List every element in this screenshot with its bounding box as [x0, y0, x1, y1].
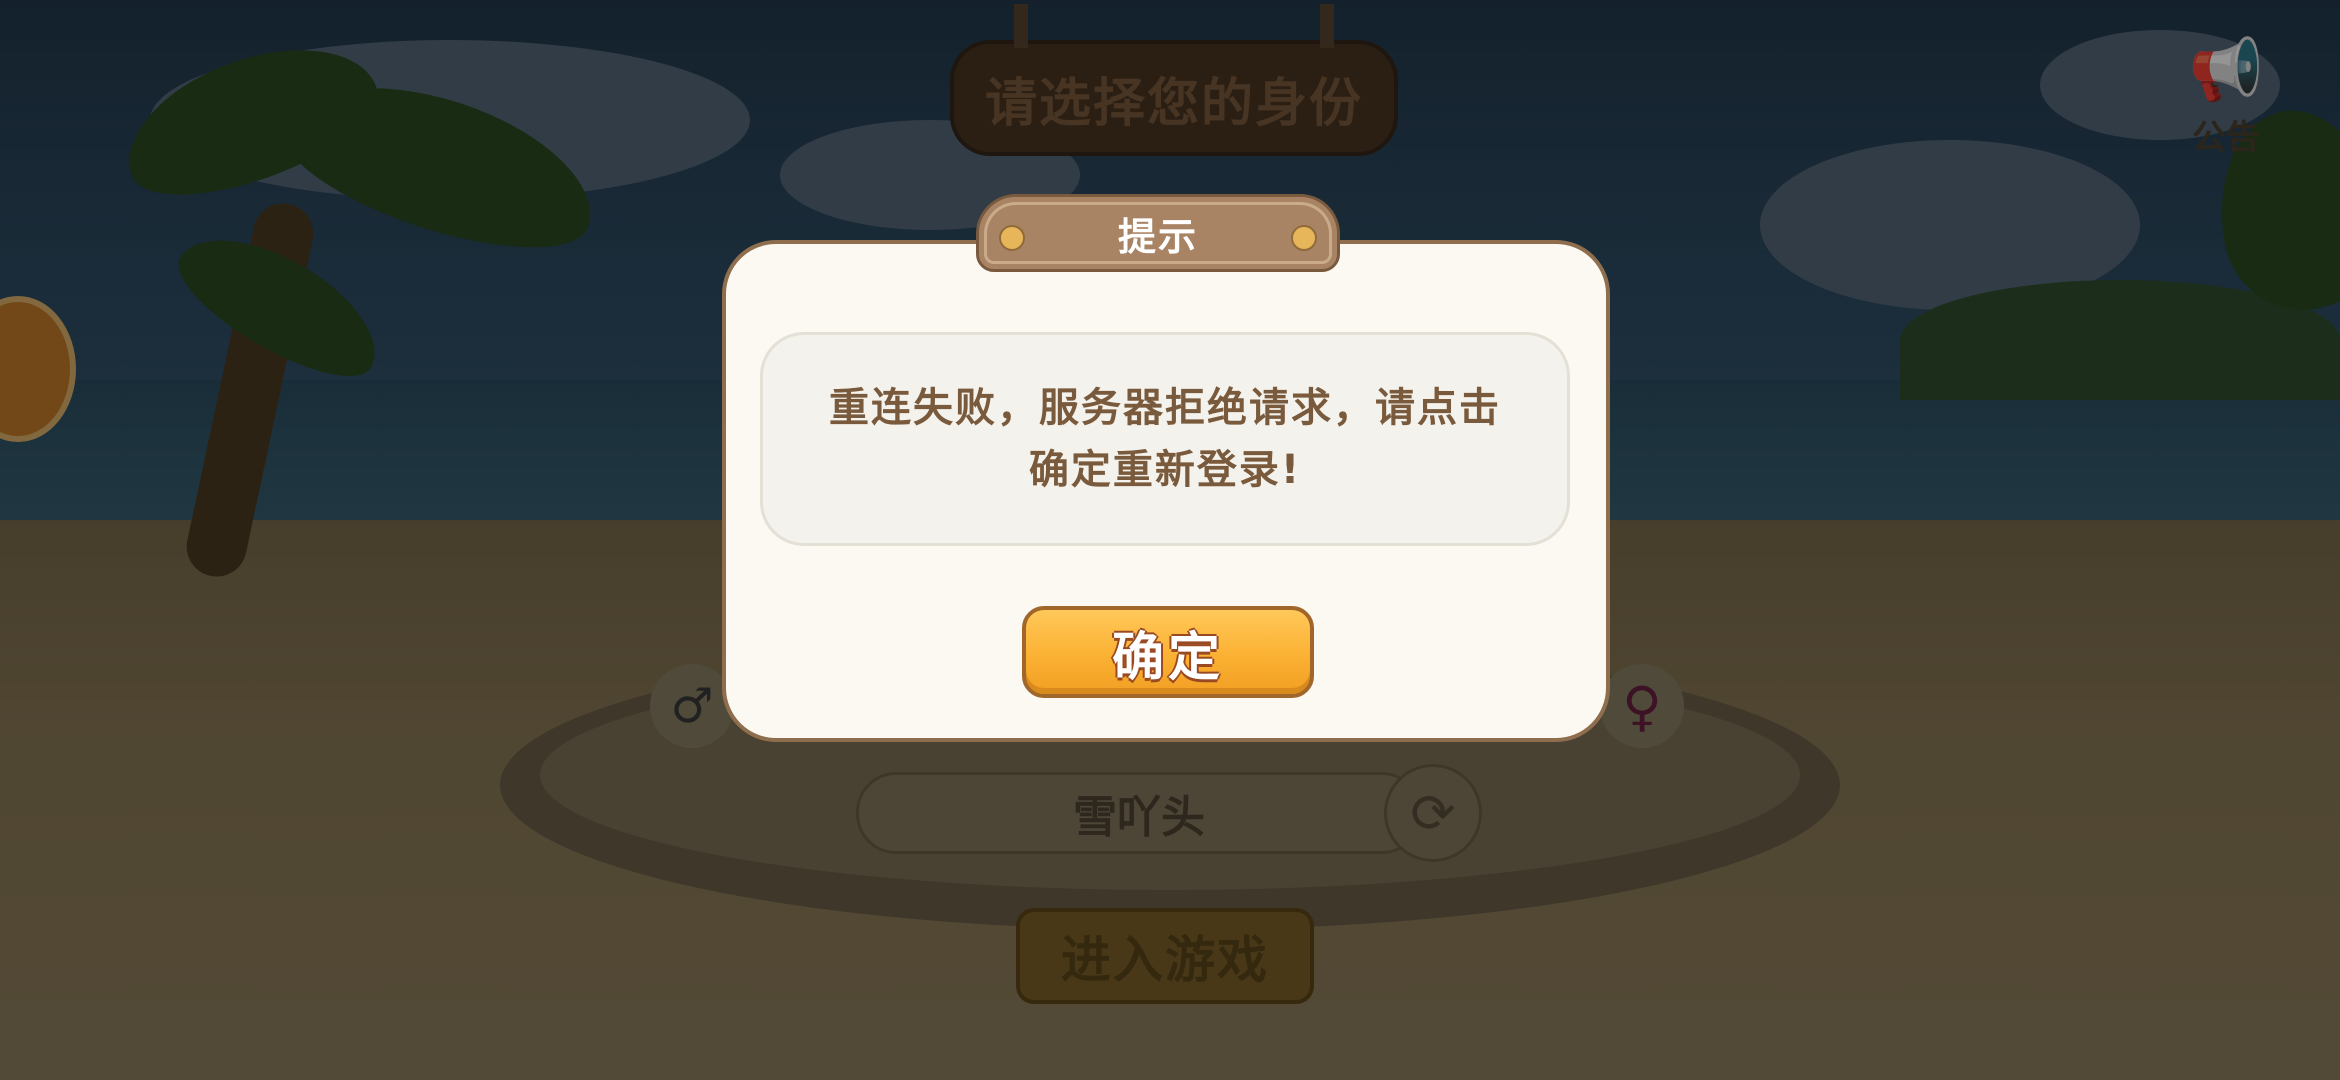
- dialog-title: 提示: [1117, 214, 1198, 259]
- confirm-button[interactable]: 确定: [1022, 606, 1314, 698]
- dialog-message-box: 重连失败，服务器拒绝请求，请点击确定重新登录!: [760, 332, 1570, 546]
- dialog-message: 重连失败，服务器拒绝请求，请点击确定重新登录!: [829, 385, 1501, 493]
- dialog-title-tab: 提示: [976, 194, 1340, 272]
- confirm-button-label: 确定: [1111, 627, 1224, 688]
